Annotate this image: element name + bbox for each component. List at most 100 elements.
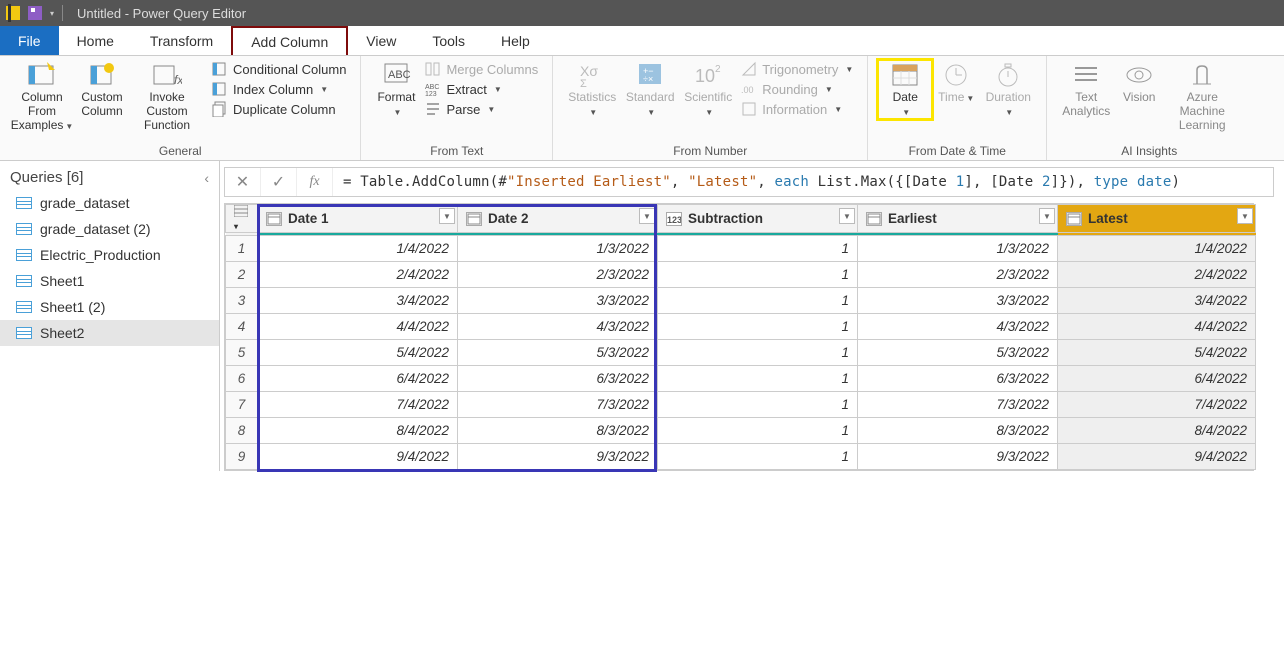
table-row[interactable]: 88/4/20228/3/202218/3/20228/4/2022 [226,418,1256,444]
cell[interactable]: 1/3/2022 [458,236,658,262]
cell[interactable]: 7/4/2022 [258,392,458,418]
conditional-column-button[interactable]: Conditional Column [208,60,350,78]
query-item[interactable]: Sheet1 [0,268,219,294]
tab-home[interactable]: Home [59,26,132,55]
table-row[interactable]: 77/4/20227/3/202217/3/20227/4/2022 [226,392,1256,418]
table-row[interactable]: 44/4/20224/3/202214/3/20224/4/2022 [226,314,1256,340]
cell[interactable]: 6/3/2022 [858,366,1058,392]
cell[interactable]: 4/3/2022 [858,314,1058,340]
date-type-icon[interactable] [1066,212,1082,226]
vision-button[interactable]: Vision [1115,60,1163,105]
collapse-icon[interactable]: ‹ [204,170,209,186]
date-type-icon[interactable] [266,212,282,226]
tab-add-column[interactable]: Add Column [231,26,348,55]
cell[interactable]: 5/4/2022 [1058,340,1256,366]
scientific-button[interactable]: 102 Scientific▼ [679,60,737,119]
table-row[interactable]: 99/4/20229/3/202219/3/20229/4/2022 [226,444,1256,470]
table-row[interactable]: 33/4/20223/3/202213/3/20223/4/2022 [226,288,1256,314]
tab-help[interactable]: Help [483,26,548,55]
cell[interactable]: 3/3/2022 [858,288,1058,314]
information-button[interactable]: Information▼ [737,100,857,118]
cell[interactable]: 6/4/2022 [1058,366,1256,392]
table-row[interactable]: 22/4/20222/3/202212/3/20222/4/2022 [226,262,1256,288]
cell[interactable]: 1/4/2022 [1058,236,1256,262]
cell[interactable]: 1 [658,392,858,418]
column-from-examples-button[interactable]: Column From Examples▼ [10,60,74,132]
cell[interactable]: 6/4/2022 [258,366,458,392]
column-header[interactable]: Date 1▼ [258,205,458,233]
time-button[interactable]: Time▼ [932,60,980,105]
row-number[interactable]: 6 [226,366,258,392]
query-item[interactable]: Sheet1 (2) [0,294,219,320]
cell[interactable]: 2/4/2022 [1058,262,1256,288]
cell[interactable]: 4/3/2022 [458,314,658,340]
cell[interactable]: 1/4/2022 [258,236,458,262]
format-button[interactable]: ABC Format▼ [371,60,421,119]
column-header[interactable]: 123Subtraction▼ [658,205,858,233]
date-button[interactable]: Date▼ [878,60,932,119]
duration-button[interactable]: Duration▼ [980,60,1036,119]
invoke-custom-function-button[interactable]: fx Invoke Custom Function [130,60,204,132]
cancel-formula-icon[interactable]: ✕ [225,168,261,196]
row-number[interactable]: 8 [226,418,258,444]
cell[interactable]: 1 [658,366,858,392]
tab-transform[interactable]: Transform [132,26,231,55]
parse-button[interactable]: Parse▼ [421,100,542,118]
filter-dropdown-icon[interactable]: ▼ [439,208,455,224]
cell[interactable]: 1/3/2022 [858,236,1058,262]
cell[interactable]: 4/4/2022 [1058,314,1256,340]
tab-tools[interactable]: Tools [414,26,483,55]
cell[interactable]: 2/4/2022 [258,262,458,288]
row-number[interactable]: 1 [226,236,258,262]
merge-columns-button[interactable]: Merge Columns [421,60,542,78]
standard-button[interactable]: +−÷× Standard▼ [621,60,679,119]
column-header[interactable]: Date 2▼ [458,205,658,233]
cell[interactable]: 1 [658,340,858,366]
table-row[interactable]: 11/4/20221/3/202211/3/20221/4/2022 [226,236,1256,262]
rounding-button[interactable]: .00 Rounding▼ [737,80,857,98]
cell[interactable]: 3/4/2022 [1058,288,1256,314]
cell[interactable]: 5/3/2022 [858,340,1058,366]
cell[interactable]: 9/4/2022 [1058,444,1256,470]
cell[interactable]: 8/3/2022 [858,418,1058,444]
cell[interactable]: 9/4/2022 [258,444,458,470]
cell[interactable]: 1 [658,444,858,470]
row-number[interactable]: 7 [226,392,258,418]
cell[interactable]: 1 [658,314,858,340]
table-row[interactable]: 66/4/20226/3/202216/3/20226/4/2022 [226,366,1256,392]
table-row[interactable]: 55/4/20225/3/202215/3/20225/4/2022 [226,340,1256,366]
date-type-icon[interactable] [466,212,482,226]
number-type-icon[interactable]: 123 [666,212,682,226]
cell[interactable]: 9/3/2022 [858,444,1058,470]
column-header[interactable]: Earliest▼ [858,205,1058,233]
data-grid[interactable]: ▾ Date 1▼Date 2▼123Subtraction▼Earliest▼… [224,203,1254,471]
save-icon[interactable] [28,6,42,20]
text-analytics-button[interactable]: Text Analytics [1057,60,1115,119]
formula-text[interactable]: = Table.AddColumn(#"Inserted Earliest", … [333,174,1180,190]
filter-dropdown-icon[interactable]: ▼ [1039,208,1055,224]
accept-formula-icon[interactable]: ✓ [261,168,297,196]
date-type-icon[interactable] [866,212,882,226]
column-header[interactable]: Latest▼ [1058,205,1256,233]
cell[interactable]: 4/4/2022 [258,314,458,340]
index-column-button[interactable]: Index Column▼ [208,80,350,98]
cell[interactable]: 2/3/2022 [858,262,1058,288]
cell[interactable]: 1 [658,262,858,288]
duplicate-column-button[interactable]: Duplicate Column [208,100,350,118]
custom-column-button[interactable]: Custom Column [74,60,130,119]
cell[interactable]: 7/3/2022 [858,392,1058,418]
tab-view[interactable]: View [348,26,414,55]
row-number[interactable]: 5 [226,340,258,366]
cell[interactable]: 3/3/2022 [458,288,658,314]
cell[interactable]: 6/3/2022 [458,366,658,392]
query-item[interactable]: Electric_Production [0,242,219,268]
cell[interactable]: 7/3/2022 [458,392,658,418]
row-number[interactable]: 2 [226,262,258,288]
qat-dropdown-icon[interactable]: ▾ [50,9,54,18]
cell[interactable]: 3/4/2022 [258,288,458,314]
cell[interactable]: 1 [658,288,858,314]
cell[interactable]: 7/4/2022 [1058,392,1256,418]
cell[interactable]: 9/3/2022 [458,444,658,470]
filter-dropdown-icon[interactable]: ▼ [639,208,655,224]
filter-dropdown-icon[interactable]: ▼ [839,208,855,224]
